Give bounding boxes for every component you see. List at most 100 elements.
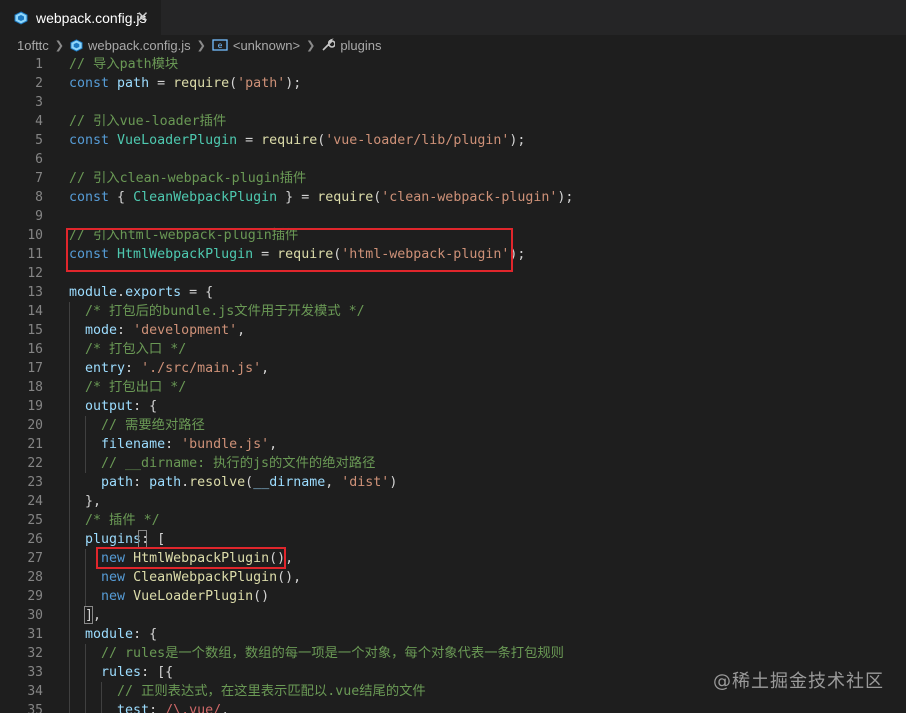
- code-line[interactable]: 2 const path = require('path');: [0, 74, 906, 93]
- line-number: 10: [27, 228, 43, 243]
- indent-guide: [85, 416, 86, 473]
- code-line[interactable]: 35 test: /\.vue/,: [0, 701, 906, 713]
- code-token: require: [173, 76, 230, 91]
- code-editor[interactable]: 35 test: /\.vue/, 34 // 正则表达式，在这里表示匹配以.vu…: [0, 55, 906, 713]
- code-text: mode: 'development',: [69, 321, 245, 340]
- code-line[interactable]: 25 /* 插件 */: [0, 511, 906, 530]
- code-line[interactable]: 30 ],: [0, 606, 906, 625]
- code-text: const VueLoaderPlugin = require('vue-loa…: [69, 131, 525, 150]
- code-line[interactable]: 24 },: [0, 492, 906, 511]
- code-line[interactable]: 9: [0, 207, 906, 226]
- code-line[interactable]: 15 mode: 'development',: [0, 321, 906, 340]
- code-token: );: [509, 133, 526, 148]
- code-token: :: [165, 437, 182, 452]
- code-token: : {: [133, 627, 158, 642]
- code-line[interactable]: 18 /* 打包出口 */: [0, 378, 906, 397]
- chevron-right-icon: ❯: [54, 38, 65, 52]
- code-token: // 引入clean-webpack-plugin插件: [69, 171, 307, 186]
- code-line[interactable]: 3: [0, 93, 906, 112]
- code-token: VueLoaderPlugin: [117, 133, 238, 148]
- code-token: ,: [325, 475, 342, 490]
- breadcrumb-file[interactable]: webpack.config.js: [70, 38, 191, 53]
- code-token: (: [229, 76, 238, 91]
- code-line[interactable]: 28 new CleanWebpackPlugin(),: [0, 568, 906, 587]
- code-line[interactable]: 31 module: {: [0, 625, 906, 644]
- code-token: /* 打包后的bundle.js文件用于开发模式 */: [85, 304, 365, 319]
- code-line[interactable]: 29 new VueLoaderPlugin(): [0, 587, 906, 606]
- code-line[interactable]: 19 output: {: [0, 397, 906, 416]
- line-number: 12: [27, 266, 43, 281]
- code-line[interactable]: 32 // rules是一个数组，数组的每一项是一个对象，每个对象代表一条打包规…: [0, 644, 906, 663]
- code-line[interactable]: 17 entry: './src/main.js',: [0, 359, 906, 378]
- tab-webpack-config[interactable]: webpack.config.js ✕: [0, 0, 162, 35]
- line-number: 20: [27, 418, 43, 433]
- breadcrumb: 1ofttc ❯ webpack.config.js ❯ e <unknown>…: [0, 35, 906, 55]
- code-text: // 引入clean-webpack-plugin插件: [69, 169, 306, 188]
- indent-guide: [101, 682, 102, 713]
- close-icon[interactable]: ✕: [136, 8, 149, 26]
- code-line[interactable]: 1 // 导入path模块: [0, 55, 906, 74]
- code-text: const path = require('path');: [69, 74, 301, 93]
- line-number: 29: [27, 589, 43, 604]
- breadcrumb-plugins[interactable]: plugins: [321, 38, 382, 53]
- line-number: 16: [27, 342, 43, 357]
- code-token: :: [125, 361, 142, 376]
- code-token: resolve: [189, 475, 246, 490]
- code-token: // 引入vue-loader插件: [69, 114, 227, 129]
- code-token: /* 打包入口 */: [85, 342, 187, 357]
- code-token: 'clean-webpack-plugin': [381, 190, 558, 205]
- breadcrumb-file-label: webpack.config.js: [88, 37, 191, 53]
- code-token: 'vue-loader/lib/plugin': [325, 133, 510, 148]
- svg-text:e: e: [217, 41, 222, 50]
- code-line[interactable]: 7 // 引入clean-webpack-plugin插件: [0, 169, 906, 188]
- tab-bar: webpack.config.js ✕: [0, 0, 906, 35]
- indent-guide: [85, 549, 86, 606]
- code-line[interactable]: 20 // 需要绝对路径: [0, 416, 906, 435]
- line-number: 11: [27, 247, 43, 262]
- line-number: 1: [35, 57, 43, 72]
- breadcrumb-folder-label: 1ofttc: [17, 37, 49, 53]
- code-token: exports: [125, 285, 182, 300]
- code-token: plugins: [85, 532, 142, 547]
- breadcrumb-folder[interactable]: 1ofttc: [17, 38, 49, 53]
- bracket-match-highlight: [138, 530, 147, 548]
- code-text: const { CleanWebpackPlugin } = require('…: [69, 188, 573, 207]
- code-text: // rules是一个数组，数组的每一项是一个对象，每个对象代表一条打包规则: [69, 644, 564, 663]
- code-token: );: [285, 76, 302, 91]
- code-text: // 导入path模块: [69, 55, 178, 74]
- code-token: );: [557, 190, 574, 205]
- line-number: 8: [35, 190, 43, 205]
- breadcrumb-symbol-label: <unknown>: [232, 37, 301, 53]
- line-number: 14: [27, 304, 43, 319]
- code-text: /* 插件 */: [69, 511, 160, 530]
- code-line[interactable]: 6: [0, 150, 906, 169]
- line-number: 17: [27, 361, 43, 376]
- code-token: CleanWebpackPlugin: [133, 570, 278, 585]
- code-line[interactable]: 8 const { CleanWebpackPlugin } = require(…: [0, 188, 906, 207]
- code-line[interactable]: 23 path: path.resolve(__dirname, 'dist'): [0, 473, 906, 492]
- code-token: rules: [101, 665, 142, 680]
- code-text: new CleanWebpackPlugin(),: [69, 568, 301, 587]
- code-line[interactable]: 22 // __dirname: 执行的js的文件的绝对路径: [0, 454, 906, 473]
- code-text: module.exports = {: [69, 283, 213, 302]
- code-token: // 正则表达式，在这里表示匹配以.vue结尾的文件: [117, 684, 426, 699]
- code-token: :: [117, 323, 134, 338]
- code-token: =: [237, 133, 262, 148]
- code-token: VueLoaderPlugin: [133, 589, 254, 604]
- code-line[interactable]: 5 const VueLoaderPlugin = require('vue-lo…: [0, 131, 906, 150]
- code-text: entry: './src/main.js',: [69, 359, 269, 378]
- code-line[interactable]: 16 /* 打包入口 */: [0, 340, 906, 359]
- code-token: (),: [277, 570, 302, 585]
- code-line[interactable]: 14 /* 打包后的bundle.js文件用于开发模式 */: [0, 302, 906, 321]
- line-number: 3: [35, 95, 43, 110]
- code-line[interactable]: 21 filename: 'bundle.js',: [0, 435, 906, 454]
- breadcrumb-symbol[interactable]: e <unknown>: [212, 38, 300, 53]
- code-line[interactable]: 13 module.exports = {: [0, 283, 906, 302]
- code-token: path: [117, 76, 150, 91]
- code-token: require: [317, 190, 374, 205]
- code-token: : [{: [141, 665, 174, 680]
- code-token: './src/main.js': [141, 361, 262, 376]
- code-line[interactable]: 4 // 引入vue-loader插件: [0, 112, 906, 131]
- code-token: // 需要绝对路径: [101, 418, 205, 433]
